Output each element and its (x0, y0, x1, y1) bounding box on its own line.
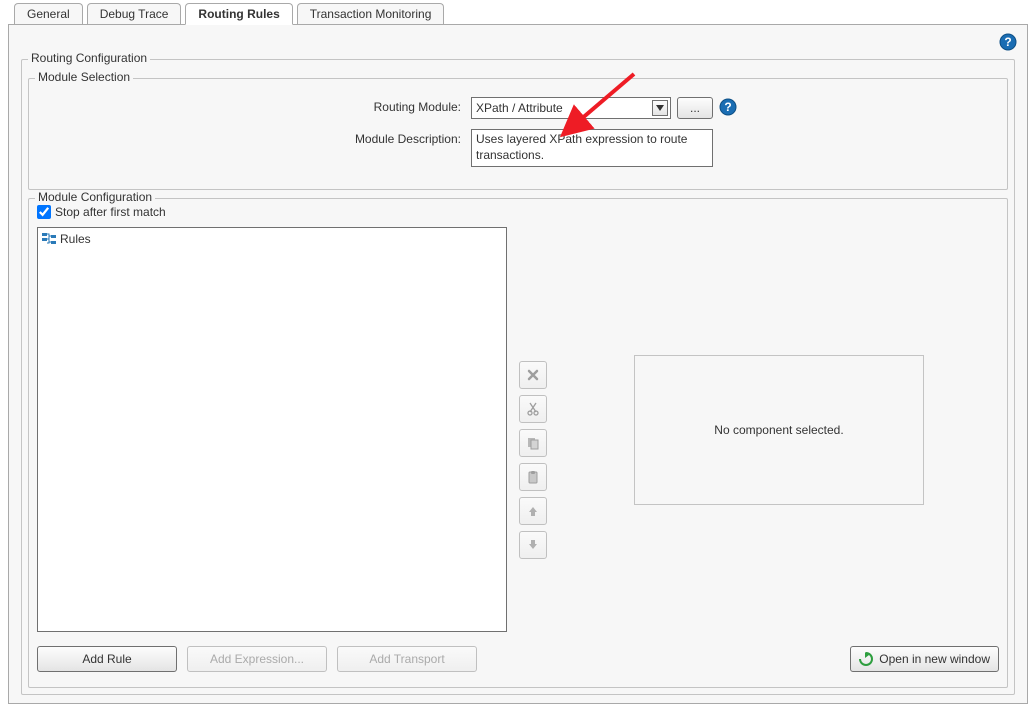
tab-general[interactable]: General (14, 3, 83, 24)
rules-tree[interactable]: Rules (37, 227, 507, 632)
routing-module-browse-button[interactable]: ... (677, 97, 713, 119)
panel-help-icon[interactable]: ? (999, 33, 1017, 54)
open-new-window-icon (859, 652, 873, 666)
stop-after-first-match-row: Stop after first match (37, 205, 999, 219)
module-description-value: Uses layered XPath expression to route t… (471, 129, 713, 167)
rules-toolbar (519, 227, 547, 632)
routing-module-value: XPath / Attribute (476, 101, 563, 115)
module-configuration-group: Module Configuration Stop after first ma… (28, 198, 1008, 688)
routing-module-label: Routing Module: (41, 97, 471, 114)
routing-module-combo[interactable]: XPath / Attribute (471, 97, 671, 119)
bottom-right-buttons: Open in new window (850, 646, 999, 672)
svg-text:?: ? (724, 100, 731, 114)
stop-after-first-match-label: Stop after first match (55, 205, 166, 219)
tab-debug-trace[interactable]: Debug Trace (87, 3, 182, 24)
move-up-button[interactable] (519, 497, 547, 525)
move-down-button[interactable] (519, 531, 547, 559)
detail-panel: No component selected. (559, 227, 999, 632)
tab-routing-rules[interactable]: Routing Rules (185, 3, 292, 25)
no-component-label: No component selected. (714, 423, 843, 437)
svg-text:?: ? (1004, 35, 1011, 49)
app-root: General Debug Trace Routing Rules Transa… (0, 0, 1036, 711)
add-transport-button[interactable]: Add Transport (337, 646, 477, 672)
add-expression-button[interactable]: Add Expression... (187, 646, 327, 672)
delete-button[interactable] (519, 361, 547, 389)
module-configuration-legend: Module Configuration (35, 190, 155, 204)
tab-transaction-monitoring[interactable]: Transaction Monitoring (297, 3, 445, 24)
routing-module-help-icon[interactable]: ? (719, 98, 737, 119)
add-rule-button[interactable]: Add Rule (37, 646, 177, 672)
cut-button[interactable] (519, 395, 547, 423)
open-new-window-button[interactable]: Open in new window (850, 646, 999, 672)
copy-button[interactable] (519, 429, 547, 457)
module-config-body: Rules (37, 227, 999, 632)
rules-root-node[interactable]: Rules (42, 232, 502, 246)
module-description-label: Module Description: (41, 129, 471, 146)
module-selection-group: Module Selection Routing Module: XPath /… (28, 78, 1008, 190)
bottom-left-buttons: Add Rule Add Expression... Add Transport (37, 646, 477, 672)
module-selection-legend: Module Selection (35, 70, 133, 84)
routing-rules-panel: ? Routing Configuration Module Selection… (8, 24, 1028, 704)
open-new-window-label: Open in new window (879, 652, 990, 666)
no-component-placeholder: No component selected. (634, 355, 924, 505)
bottom-bar: Add Rule Add Expression... Add Transport… (37, 646, 999, 672)
paste-button[interactable] (519, 463, 547, 491)
stop-after-first-match-checkbox[interactable] (37, 205, 51, 219)
routing-module-row: Routing Module: XPath / Attribute ... ? (41, 97, 995, 119)
chevron-down-icon (652, 100, 668, 116)
routing-configuration-legend: Routing Configuration (28, 51, 150, 65)
rules-root-label: Rules (60, 232, 91, 246)
routing-configuration-group: Routing Configuration Module Selection R… (21, 59, 1015, 695)
module-description-row: Module Description: Uses layered XPath e… (41, 129, 995, 167)
rules-tree-icon (42, 233, 56, 245)
tab-bar: General Debug Trace Routing Rules Transa… (0, 0, 1036, 24)
